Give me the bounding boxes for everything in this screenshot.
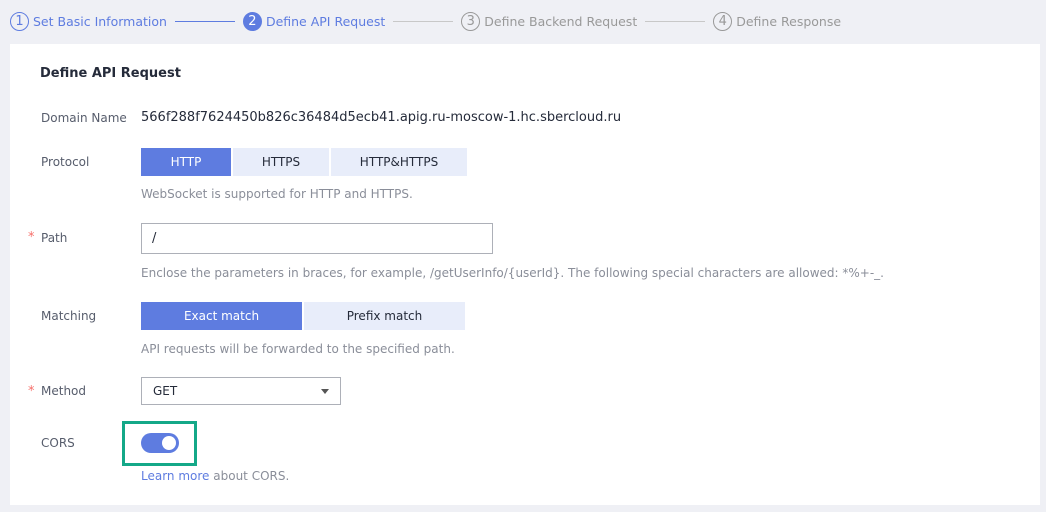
matching-label: Matching: [41, 309, 97, 323]
step-number: 4: [713, 11, 733, 31]
section-title: Define API Request: [40, 66, 181, 81]
domain-label: Domain Name: [41, 111, 127, 125]
step-2: 2 Define API Request: [242, 11, 386, 31]
protocol-http-https-button[interactable]: HTTP&HTTPS: [331, 148, 467, 176]
step-number: 1: [10, 11, 29, 31]
protocol-hint: WebSocket is supported for HTTP and HTTP…: [141, 187, 413, 201]
step-label: Set Basic Information: [33, 13, 167, 29]
required-mark: *: [28, 230, 35, 245]
domain-value: 566f288f7624450b826c36484d5ecb41.apig.ru…: [141, 110, 622, 125]
prefix-match-button[interactable]: Prefix match: [304, 302, 465, 330]
step-progress: 1 Set Basic Information 2 Define API Reque…: [10, 10, 841, 32]
caret-down-icon: [321, 388, 329, 394]
method-select[interactable]: GET: [141, 377, 341, 405]
matching-hint: API requests will be forwarded to the sp…: [141, 342, 455, 356]
protocol-http-button[interactable]: HTTP: [141, 148, 231, 176]
cors-toggle[interactable]: [141, 433, 179, 453]
step-label: Define Response: [736, 13, 842, 29]
required-mark: *: [28, 384, 35, 399]
method-value: GET: [153, 384, 178, 398]
step-4: 4 Define Response: [713, 11, 842, 31]
protocol-label: Protocol: [41, 155, 90, 169]
method-label: Method: [41, 384, 87, 398]
path-label: Path: [41, 231, 68, 245]
toggle-knob: [162, 436, 176, 450]
path-hint: Enclose the parameters in braces, for ex…: [141, 266, 884, 280]
path-input[interactable]: /: [141, 223, 493, 254]
step-1: 1 Set Basic Information: [10, 11, 167, 31]
step-3: 3 Define Backend Request: [461, 11, 638, 31]
step-number: 2: [242, 11, 262, 31]
protocol-https-button[interactable]: HTTPS: [233, 148, 329, 176]
cors-hint-text: about CORS.: [209, 469, 290, 483]
learn-more-link[interactable]: Learn more: [141, 469, 209, 483]
step-label: Define API Request: [265, 13, 386, 29]
cors-hint: Learn more about CORS.: [141, 469, 289, 483]
step-connector: [645, 20, 706, 22]
step-connector: [174, 20, 235, 22]
step-label: Define Backend Request: [484, 13, 638, 29]
exact-match-button[interactable]: Exact match: [141, 302, 302, 330]
cors-label: CORS: [41, 436, 75, 450]
step-connector: [393, 20, 454, 22]
define-api-request-card: Define API Request Domain Name 566f288f7…: [10, 44, 1040, 505]
step-number: 3: [461, 11, 481, 31]
